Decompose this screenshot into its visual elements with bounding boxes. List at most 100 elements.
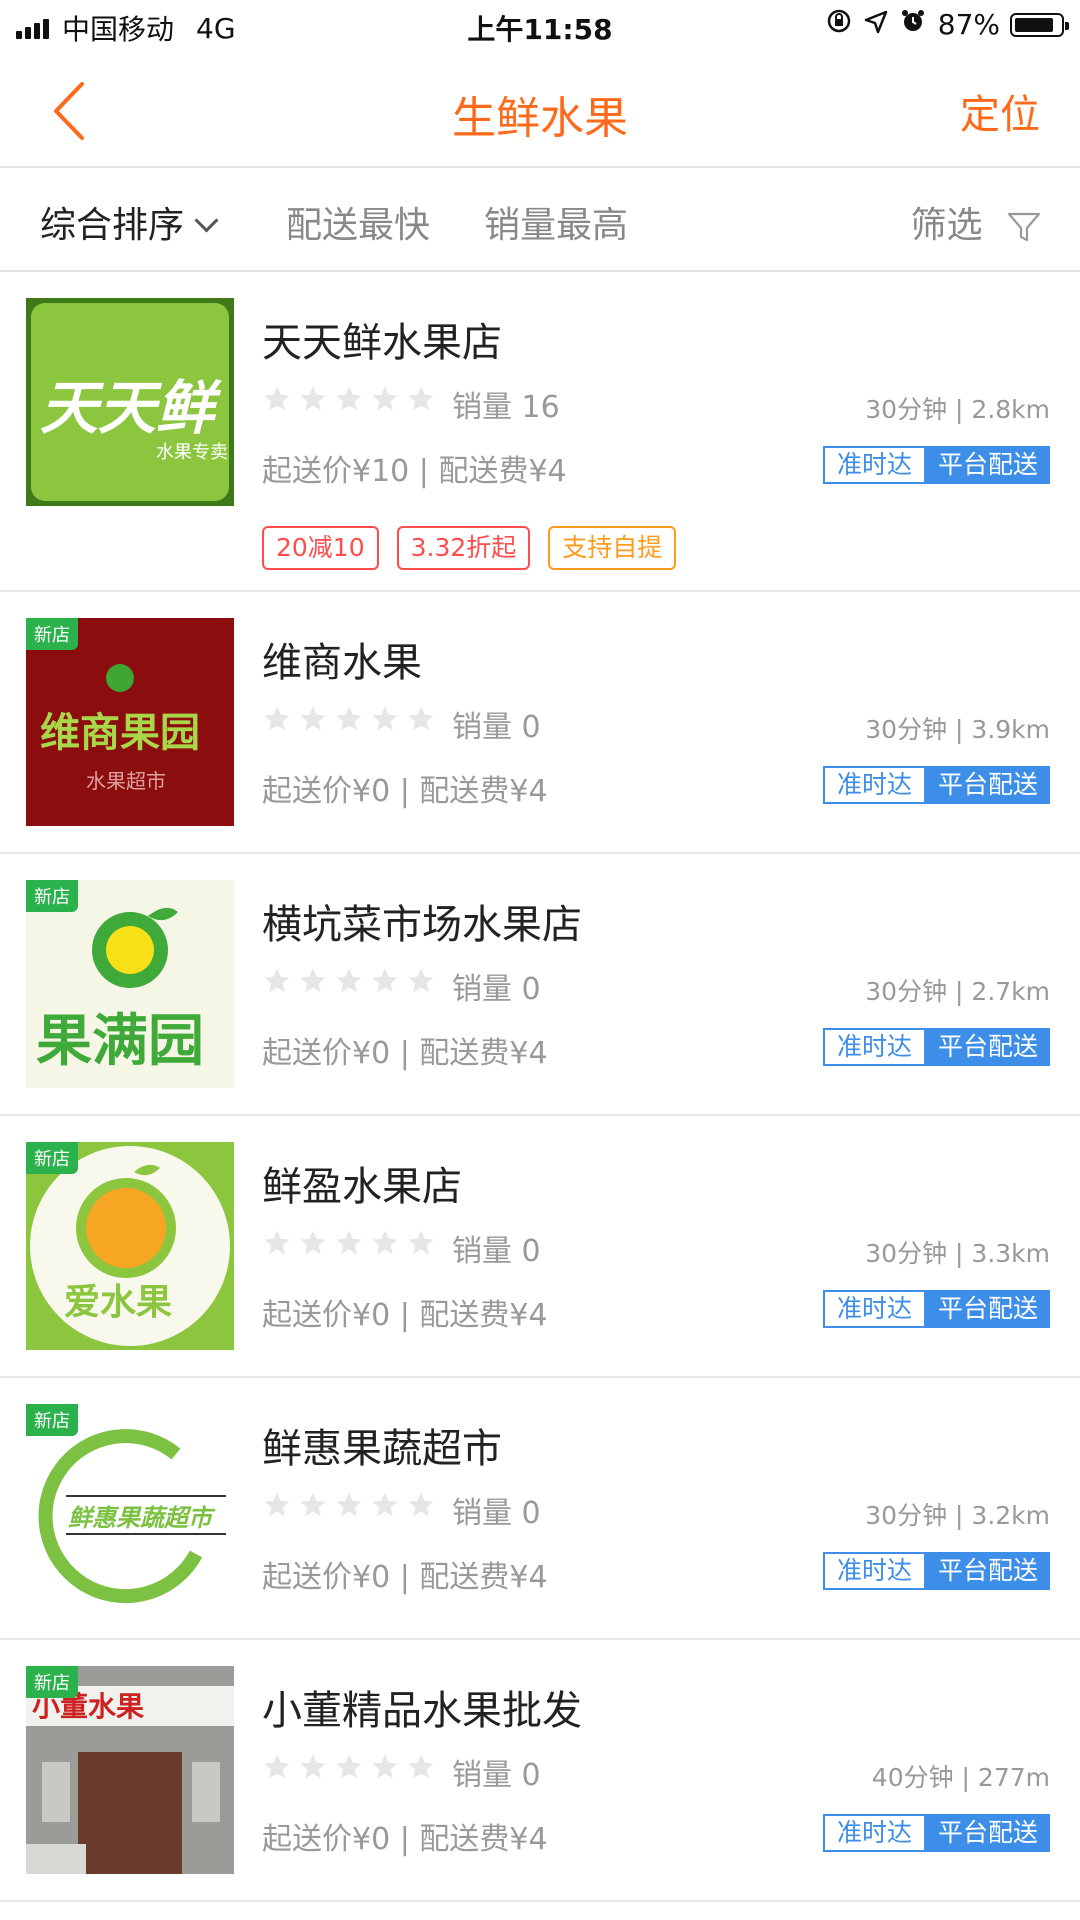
svg-text:果满园: 果满园 bbox=[36, 1009, 204, 1074]
new-store-badge: 新店 bbox=[26, 1666, 78, 1698]
store-logo: 爱水果 新店 bbox=[26, 1142, 234, 1350]
platform-delivery-tag: 平台配送 bbox=[925, 1028, 1050, 1066]
store-distance: 30分钟 | 2.8km bbox=[865, 395, 1050, 424]
store-item[interactable]: 爱水果 新店 鲜盈水果店 销量 0 30分钟 | 3.3km 起送价¥0 | 配… bbox=[0, 1116, 1080, 1378]
store-distance: 30分钟 | 2.7km bbox=[865, 977, 1050, 1006]
delivery-tags: 准时达 平台配送 bbox=[822, 1290, 1050, 1328]
svg-text:鲜惠果蔬超市: 鲜惠果蔬超市 bbox=[68, 1504, 216, 1532]
filter-button[interactable]: 筛选 bbox=[911, 196, 1042, 248]
star-icon bbox=[334, 1752, 370, 1786]
star-icon bbox=[406, 384, 442, 418]
store-item[interactable]: 小董水果 新店 小董精品水果批发 销量 0 40分钟 | 277m 起送价¥0 … bbox=[0, 1640, 1080, 1902]
locate-button[interactable]: 定位 bbox=[960, 82, 1040, 140]
star-icon bbox=[406, 704, 442, 738]
star-icon bbox=[298, 1228, 334, 1262]
new-store-badge: 新店 bbox=[26, 1404, 78, 1436]
filter-icon bbox=[1007, 212, 1041, 242]
promo-tag: 3.32折起 bbox=[396, 526, 531, 570]
rating-stars bbox=[262, 704, 442, 738]
on-time-tag: 准时达 bbox=[822, 1028, 926, 1066]
store-min-price: 起送价¥10 | 配送费¥4 bbox=[262, 454, 567, 489]
store-sales: 销量 16 bbox=[452, 390, 560, 425]
svg-text:天天鲜: 天天鲜 bbox=[40, 374, 222, 442]
store-name: 天天鲜水果店 bbox=[262, 320, 502, 366]
star-icon bbox=[298, 1752, 334, 1786]
store-min-price: 起送价¥0 | 配送费¥4 bbox=[262, 774, 548, 809]
delivery-tags: 准时达 平台配送 bbox=[822, 1552, 1050, 1590]
star-icon bbox=[370, 704, 406, 738]
on-time-tag: 准时达 bbox=[822, 446, 926, 484]
star-icon bbox=[334, 1490, 370, 1524]
star-icon bbox=[370, 1228, 406, 1262]
on-time-tag: 准时达 bbox=[822, 1552, 926, 1590]
store-item[interactable]: 维商果园 水果超市 新店 维商水果 销量 0 30分钟 | 3.9km 起送价¥… bbox=[0, 592, 1080, 854]
new-store-badge: 新店 bbox=[26, 1142, 78, 1174]
star-icon bbox=[298, 384, 334, 418]
on-time-tag: 准时达 bbox=[822, 1814, 926, 1852]
on-time-tag: 准时达 bbox=[822, 1290, 926, 1328]
store-distance: 40分钟 | 277m bbox=[871, 1763, 1050, 1792]
platform-delivery-tag: 平台配送 bbox=[925, 766, 1050, 804]
delivery-tags: 准时达 平台配送 bbox=[822, 1814, 1050, 1852]
platform-delivery-tag: 平台配送 bbox=[925, 1290, 1050, 1328]
platform-delivery-tag: 平台配送 bbox=[925, 1552, 1050, 1590]
promo-tag: 支持自提 bbox=[548, 526, 677, 570]
orientation-lock-icon bbox=[826, 8, 852, 41]
store-item[interactable]: 鲜惠果蔬超市 新店 鲜惠果蔬超市 销量 0 30分钟 | 3.2km 起送价¥0… bbox=[0, 1378, 1080, 1640]
star-icon bbox=[370, 1490, 406, 1524]
star-icon bbox=[406, 1752, 442, 1786]
store-item[interactable]: 天天鲜 水果专卖 天天鲜水果店 销量 16 30分钟 | 2.8km 起送价¥1… bbox=[0, 272, 1080, 592]
rating-stars bbox=[262, 1490, 442, 1524]
store-sales: 销量 0 bbox=[452, 1758, 541, 1793]
star-icon bbox=[334, 704, 370, 738]
store-item[interactable]: 果满园 新店 横坑菜市场水果店 销量 0 30分钟 | 2.7km 起送价¥0 … bbox=[0, 854, 1080, 1116]
star-icon bbox=[298, 966, 334, 1000]
new-store-badge: 新店 bbox=[26, 618, 78, 650]
rating-stars bbox=[262, 966, 442, 1000]
filter-label: 筛选 bbox=[910, 205, 983, 246]
svg-text:维商果园: 维商果园 bbox=[40, 710, 200, 756]
svg-text:爱水果: 爱水果 bbox=[64, 1282, 172, 1323]
nav-bar: 生鲜水果 定位 bbox=[0, 54, 1080, 168]
sort-fastest-delivery[interactable]: 配送最快 bbox=[286, 196, 430, 248]
star-icon bbox=[370, 1752, 406, 1786]
star-icon bbox=[262, 384, 298, 418]
store-name: 小董精品水果批发 bbox=[262, 1688, 582, 1734]
chevron-down-icon bbox=[194, 208, 219, 233]
store-distance: 30分钟 | 3.9km bbox=[865, 715, 1050, 744]
platform-delivery-tag: 平台配送 bbox=[925, 1814, 1050, 1852]
sort-top-sales[interactable]: 销量最高 bbox=[484, 196, 628, 248]
star-icon bbox=[262, 1490, 298, 1524]
store-sales: 销量 0 bbox=[452, 1234, 541, 1269]
star-icon bbox=[406, 1490, 442, 1524]
star-icon bbox=[334, 966, 370, 1000]
store-logo: 鲜惠果蔬超市 新店 bbox=[26, 1404, 234, 1612]
store-name: 鲜惠果蔬超市 bbox=[262, 1426, 502, 1472]
star-icon bbox=[406, 1228, 442, 1262]
store-distance: 30分钟 | 3.3km bbox=[865, 1239, 1050, 1268]
store-name: 维商水果 bbox=[262, 640, 422, 686]
store-logo: 小董水果 新店 bbox=[26, 1666, 234, 1874]
platform-delivery-tag: 平台配送 bbox=[925, 446, 1050, 484]
star-icon bbox=[262, 966, 298, 1000]
svg-text:水果专卖: 水果专卖 bbox=[156, 442, 228, 463]
battery-icon bbox=[1010, 12, 1069, 37]
delivery-tags: 准时达 平台配送 bbox=[822, 766, 1050, 804]
star-icon bbox=[370, 966, 406, 1000]
store-logo: 果满园 新店 bbox=[26, 880, 234, 1088]
status-bar: 中国移动 4G 上午11:58 87% bbox=[0, 0, 1080, 54]
star-icon bbox=[262, 1228, 298, 1262]
store-sales: 销量 0 bbox=[452, 710, 541, 745]
on-time-tag: 准时达 bbox=[822, 766, 926, 804]
delivery-tags: 准时达 平台配送 bbox=[822, 446, 1050, 484]
store-logo: 天天鲜 水果专卖 bbox=[26, 298, 234, 506]
store-min-price: 起送价¥0 | 配送费¥4 bbox=[262, 1298, 548, 1333]
promo-tag: 20减10 bbox=[262, 526, 379, 570]
store-distance: 30分钟 | 3.2km bbox=[865, 1501, 1050, 1530]
promo-tags: 20减10 3.32折起 支持自提 bbox=[262, 526, 694, 570]
sort-comprehensive[interactable]: 综合排序 bbox=[40, 196, 219, 248]
rating-stars bbox=[262, 1228, 442, 1262]
star-icon bbox=[262, 1752, 298, 1786]
store-min-price: 起送价¥0 | 配送费¥4 bbox=[262, 1560, 548, 1595]
star-icon bbox=[334, 384, 370, 418]
